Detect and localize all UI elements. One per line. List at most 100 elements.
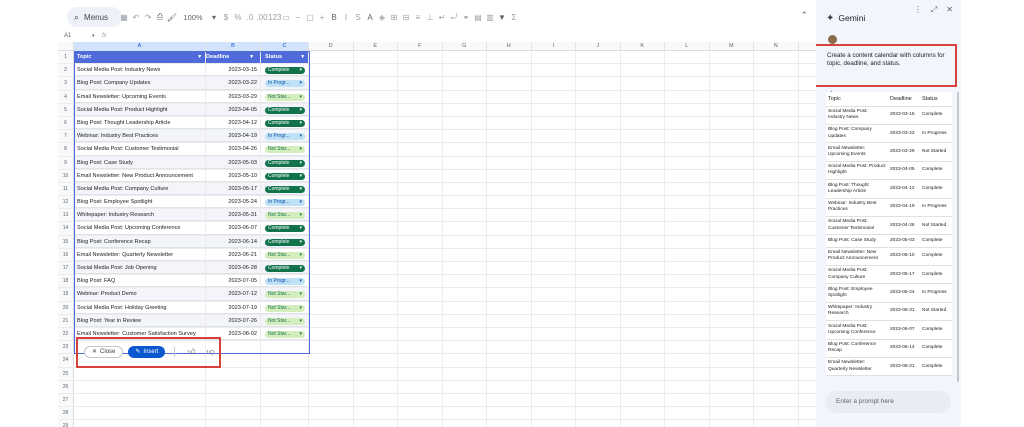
cell[interactable] [532, 209, 576, 222]
cell[interactable] [710, 407, 754, 420]
cell[interactable] [354, 103, 398, 116]
paint-format-icon[interactable]: 🖌 [166, 13, 178, 22]
cell[interactable] [398, 235, 443, 248]
cell[interactable] [487, 130, 532, 143]
cell[interactable] [754, 301, 799, 314]
topic-cell[interactable]: Blog Post: Employee Spotlight [74, 196, 206, 209]
status-chip[interactable]: Not Star... ▾ [265, 251, 305, 259]
status-cell[interactable]: Complete ▾ [261, 116, 309, 130]
column-header[interactable]: A [74, 42, 206, 51]
cell[interactable] [487, 182, 532, 196]
collapse-toolbar-icon[interactable]: ⌃ [800, 10, 808, 21]
cell[interactable] [621, 209, 665, 222]
cell[interactable] [309, 169, 354, 182]
deadline-cell[interactable]: 2023-04-05 [206, 103, 261, 116]
topic-cell[interactable]: Blog Post: Case Study [74, 156, 206, 169]
cell[interactable] [710, 143, 754, 156]
cell[interactable] [74, 407, 206, 420]
cell[interactable] [398, 169, 443, 182]
cell[interactable] [576, 288, 621, 301]
cell[interactable] [532, 288, 576, 301]
row-number[interactable]: 24 [58, 354, 74, 367]
cell[interactable] [309, 156, 354, 169]
cell[interactable] [621, 77, 665, 90]
status-chip[interactable]: Not Star... ▾ [265, 93, 305, 101]
cell[interactable] [354, 51, 398, 64]
status-chip[interactable]: Not Star... ▾ [265, 212, 305, 220]
cell[interactable] [710, 77, 754, 90]
status-cell[interactable]: Not Star... ▾ [261, 314, 309, 327]
cell[interactable] [261, 420, 309, 427]
cell[interactable] [309, 288, 354, 301]
cell[interactable] [487, 248, 532, 261]
status-chip[interactable]: Complete ▾ [265, 238, 305, 246]
cell[interactable] [74, 420, 206, 427]
status-cell[interactable]: Not Star... ▾ [261, 327, 309, 341]
cell[interactable] [754, 341, 799, 354]
cell[interactable] [443, 235, 487, 248]
cell[interactable] [309, 301, 354, 314]
cell[interactable] [532, 196, 576, 209]
cell[interactable] [398, 116, 443, 130]
cell[interactable] [754, 143, 799, 156]
topic-cell[interactable]: Blog Post: Company Updates [74, 77, 206, 90]
cell[interactable] [621, 196, 665, 209]
topic-cell[interactable]: Blog Post: Year in Review [74, 314, 206, 327]
row-number[interactable]: 3 [58, 77, 74, 90]
cell[interactable] [532, 407, 576, 420]
topic-cell[interactable]: Social Media Post: Customer Testimonial [74, 143, 206, 156]
cell[interactable] [576, 314, 621, 327]
cell[interactable] [754, 209, 799, 222]
cell[interactable] [354, 262, 398, 275]
cell[interactable] [309, 393, 354, 407]
deadline-cell[interactable]: 2023-07-19 [206, 301, 261, 314]
chart-icon[interactable]: ▥ [484, 13, 496, 22]
cell[interactable] [443, 275, 487, 288]
fill-color-icon[interactable]: ◈ [376, 13, 388, 22]
cell[interactable] [443, 341, 487, 354]
redo-icon[interactable]: ↷ [142, 13, 154, 22]
row-number[interactable]: 15 [58, 235, 74, 248]
cell[interactable] [309, 196, 354, 209]
cell[interactable] [532, 341, 576, 354]
cell[interactable] [443, 182, 487, 196]
cell[interactable] [309, 407, 354, 420]
cell[interactable] [443, 301, 487, 314]
cell[interactable] [665, 143, 710, 156]
cell[interactable] [206, 393, 261, 407]
undo-icon[interactable]: ↶ [130, 13, 142, 22]
row-number[interactable]: 29 [58, 420, 74, 427]
cell[interactable] [206, 407, 261, 420]
minus-icon[interactable]: − [292, 13, 304, 22]
cell[interactable] [487, 51, 532, 64]
status-chip[interactable]: In Progr... ▾ [265, 199, 305, 207]
cell[interactable] [576, 235, 621, 248]
cell[interactable] [576, 393, 621, 407]
cell[interactable] [576, 90, 621, 103]
cell[interactable] [443, 103, 487, 116]
chevron-down-icon[interactable]: ▾ [250, 51, 253, 63]
cell[interactable] [710, 354, 754, 367]
cell[interactable] [309, 209, 354, 222]
topic-cell[interactable]: Email Newsletter: Upcoming Events [74, 90, 206, 103]
topic-cell[interactable]: Webinar: Industry Best Practices [74, 130, 206, 143]
topic-cell[interactable]: Email Newsletter: Quarterly Newsletter [74, 248, 206, 261]
cell[interactable] [665, 288, 710, 301]
cell[interactable] [621, 143, 665, 156]
cell[interactable] [576, 248, 621, 261]
cell[interactable] [576, 420, 621, 427]
table-header-topic[interactable]: Topic ▾ [74, 51, 206, 64]
cell[interactable] [354, 222, 398, 235]
cell[interactable] [754, 288, 799, 301]
cell[interactable] [309, 262, 354, 275]
topic-cell[interactable]: Social Media Post: Upcoming Conference [74, 222, 206, 235]
cell[interactable] [309, 222, 354, 235]
cell[interactable] [621, 103, 665, 116]
row-number[interactable]: 28 [58, 407, 74, 420]
cell[interactable] [576, 341, 621, 354]
cell[interactable] [621, 235, 665, 248]
cell[interactable] [665, 130, 710, 143]
cell[interactable] [576, 262, 621, 275]
status-cell[interactable]: Not Star... ▾ [261, 209, 309, 222]
cell[interactable] [754, 407, 799, 420]
